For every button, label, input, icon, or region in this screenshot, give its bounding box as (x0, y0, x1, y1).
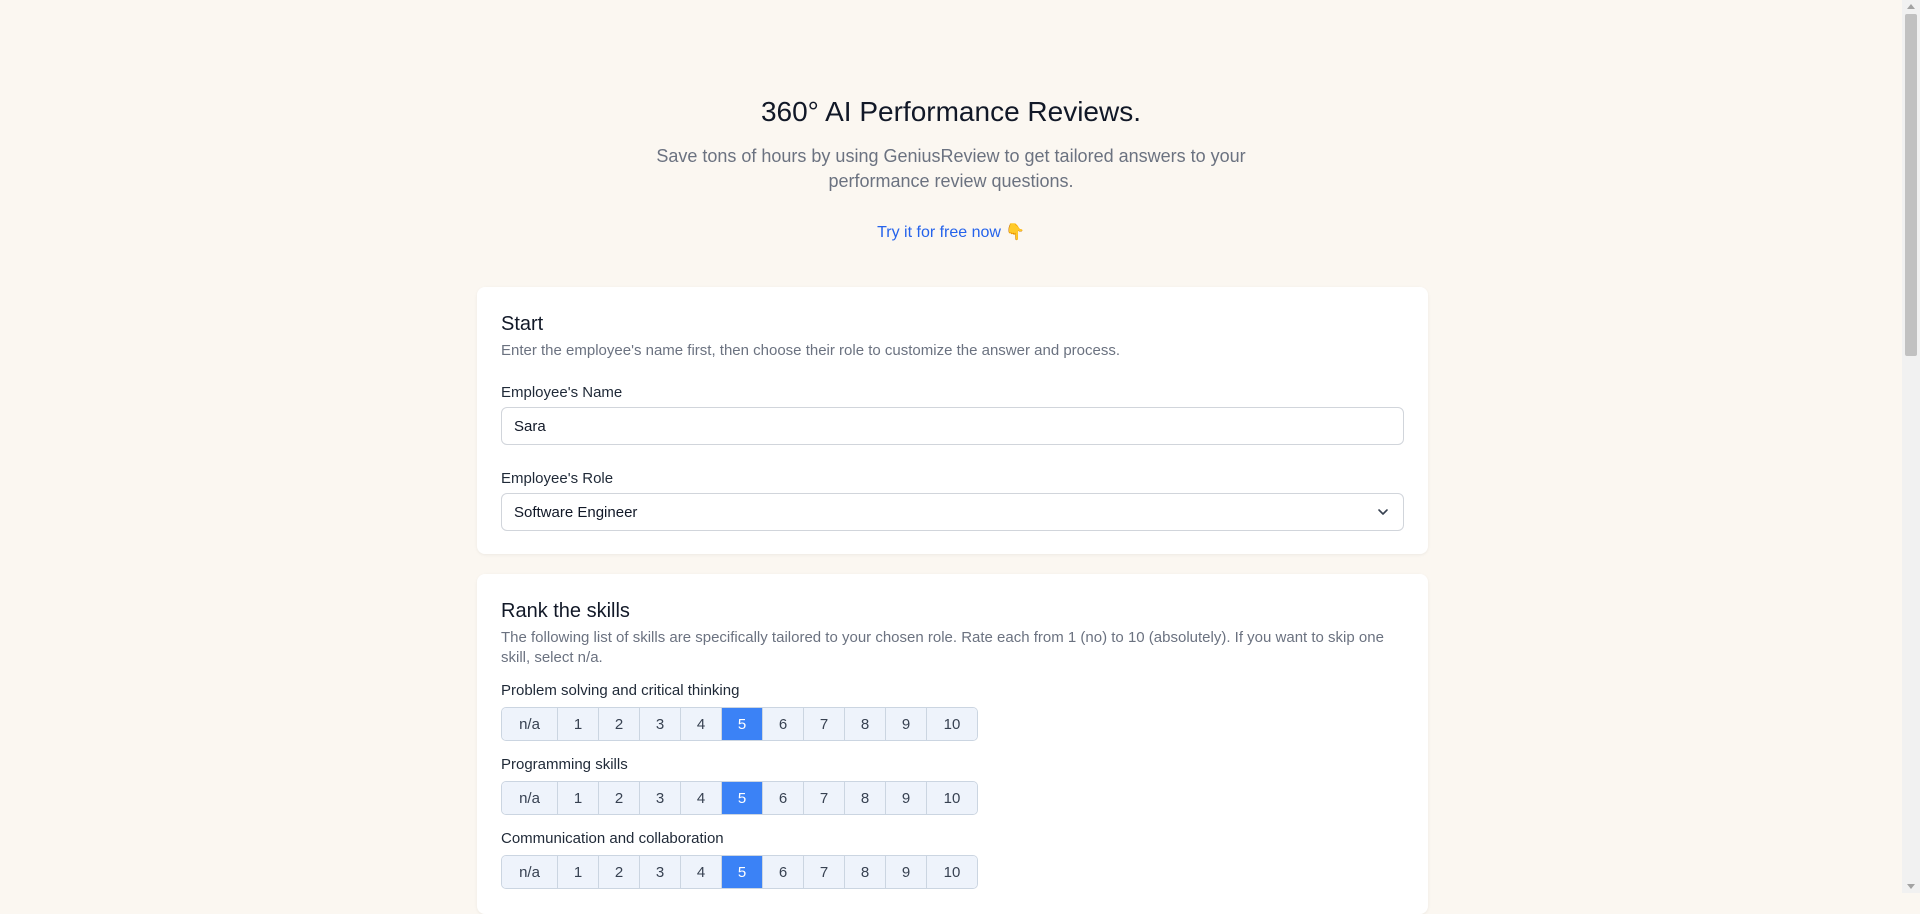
employee-name-value: Sara (514, 417, 546, 435)
skill-label: Problem solving and critical thinking (501, 682, 740, 699)
skill-rating-group: n/a 1 2 3 4 5 6 7 8 9 10 (501, 781, 978, 815)
scrollbar[interactable] (1902, 0, 1920, 893)
skill-list: Problem solving and critical thinking n/a… (501, 681, 1404, 889)
rating-option-9[interactable]: 9 (886, 856, 927, 888)
scroll-up-arrow-icon[interactable] (1907, 4, 1915, 9)
skills-card: Rank the skills The following list of sk… (477, 574, 1428, 914)
hero-section: 360° AI Performance Reviews. Save tons o… (0, 92, 1902, 242)
rating-option-na[interactable]: n/a (502, 782, 558, 814)
skill-rating-group: n/a 1 2 3 4 5 6 7 8 9 10 (501, 707, 978, 741)
rating-option-3[interactable]: 3 (640, 708, 681, 740)
rating-option-5[interactable]: 5 (722, 708, 763, 740)
rating-option-4[interactable]: 4 (681, 708, 722, 740)
page-subtitle: Save tons of hours by using GeniusReview… (656, 146, 1246, 191)
start-card: Start Enter the employee's name first, t… (477, 287, 1428, 554)
employee-name-label: Employee's Name (501, 384, 623, 401)
rating-option-1[interactable]: 1 (558, 856, 599, 888)
start-title: Start (501, 313, 544, 335)
skill-label: Communication and collaboration (501, 830, 724, 847)
rating-option-na[interactable]: n/a (502, 856, 558, 888)
rating-option-10[interactable]: 10 (927, 856, 977, 888)
rating-option-2[interactable]: 2 (599, 782, 640, 814)
rating-option-6[interactable]: 6 (763, 782, 804, 814)
skill-label: Programming skills (501, 756, 628, 773)
skills-description: The following list of skills are specifi… (501, 629, 1384, 666)
rating-option-4[interactable]: 4 (681, 782, 722, 814)
skills-title: Rank the skills (501, 600, 630, 622)
rating-option-4[interactable]: 4 (681, 856, 722, 888)
chevron-down-icon (1378, 509, 1388, 515)
pointing-down-icon: 👇 (1004, 224, 1025, 241)
rating-option-6[interactable]: 6 (763, 708, 804, 740)
skill-rating-group: n/a 1 2 3 4 5 6 7 8 9 10 (501, 855, 978, 889)
rating-option-8[interactable]: 8 (845, 708, 886, 740)
rating-option-7[interactable]: 7 (804, 708, 845, 740)
employee-role-value: Software Engineer (514, 503, 638, 521)
employee-name-input[interactable]: Sara (501, 407, 1404, 445)
page: 360° AI Performance Reviews. Save tons o… (0, 0, 1902, 914)
page-title: 360° AI Performance Reviews. (760, 96, 1142, 127)
rating-option-1[interactable]: 1 (558, 782, 599, 814)
skill-row: Problem solving and critical thinking n/a… (501, 681, 1404, 741)
rating-option-10[interactable]: 10 (927, 708, 977, 740)
rating-option-2[interactable]: 2 (599, 856, 640, 888)
rating-option-8[interactable]: 8 (845, 782, 886, 814)
rating-option-2[interactable]: 2 (599, 708, 640, 740)
rating-option-1[interactable]: 1 (558, 708, 599, 740)
try-free-link[interactable]: Try it for free now 👇 (877, 222, 1025, 242)
employee-role-select[interactable]: Software Engineer (501, 493, 1404, 531)
scrollbar-thumb[interactable] (1905, 14, 1917, 356)
rating-option-8[interactable]: 8 (845, 856, 886, 888)
skill-row: Communication and collaboration n/a 1 2 3 4 5 6… (501, 829, 1404, 889)
rating-option-5[interactable]: 5 (722, 782, 763, 814)
start-description: Enter the employee's name first, then ch… (501, 342, 1121, 359)
rating-option-7[interactable]: 7 (804, 782, 845, 814)
rating-option-7[interactable]: 7 (804, 856, 845, 888)
rating-option-9[interactable]: 9 (886, 708, 927, 740)
rating-option-5[interactable]: 5 (722, 856, 763, 888)
rating-option-6[interactable]: 6 (763, 856, 804, 888)
rating-option-10[interactable]: 10 (927, 782, 977, 814)
rating-option-9[interactable]: 9 (886, 782, 927, 814)
skill-row: Programming skills n/a 1 2 3 4 5 6 7 8 9 10 (501, 755, 1404, 815)
rating-option-3[interactable]: 3 (640, 856, 681, 888)
employee-role-label: Employee's Role (501, 470, 614, 487)
rating-option-3[interactable]: 3 (640, 782, 681, 814)
scroll-down-arrow-icon[interactable] (1907, 884, 1915, 889)
rating-option-na[interactable]: n/a (502, 708, 558, 740)
try-free-link-label: Try it for free now (877, 224, 1001, 241)
